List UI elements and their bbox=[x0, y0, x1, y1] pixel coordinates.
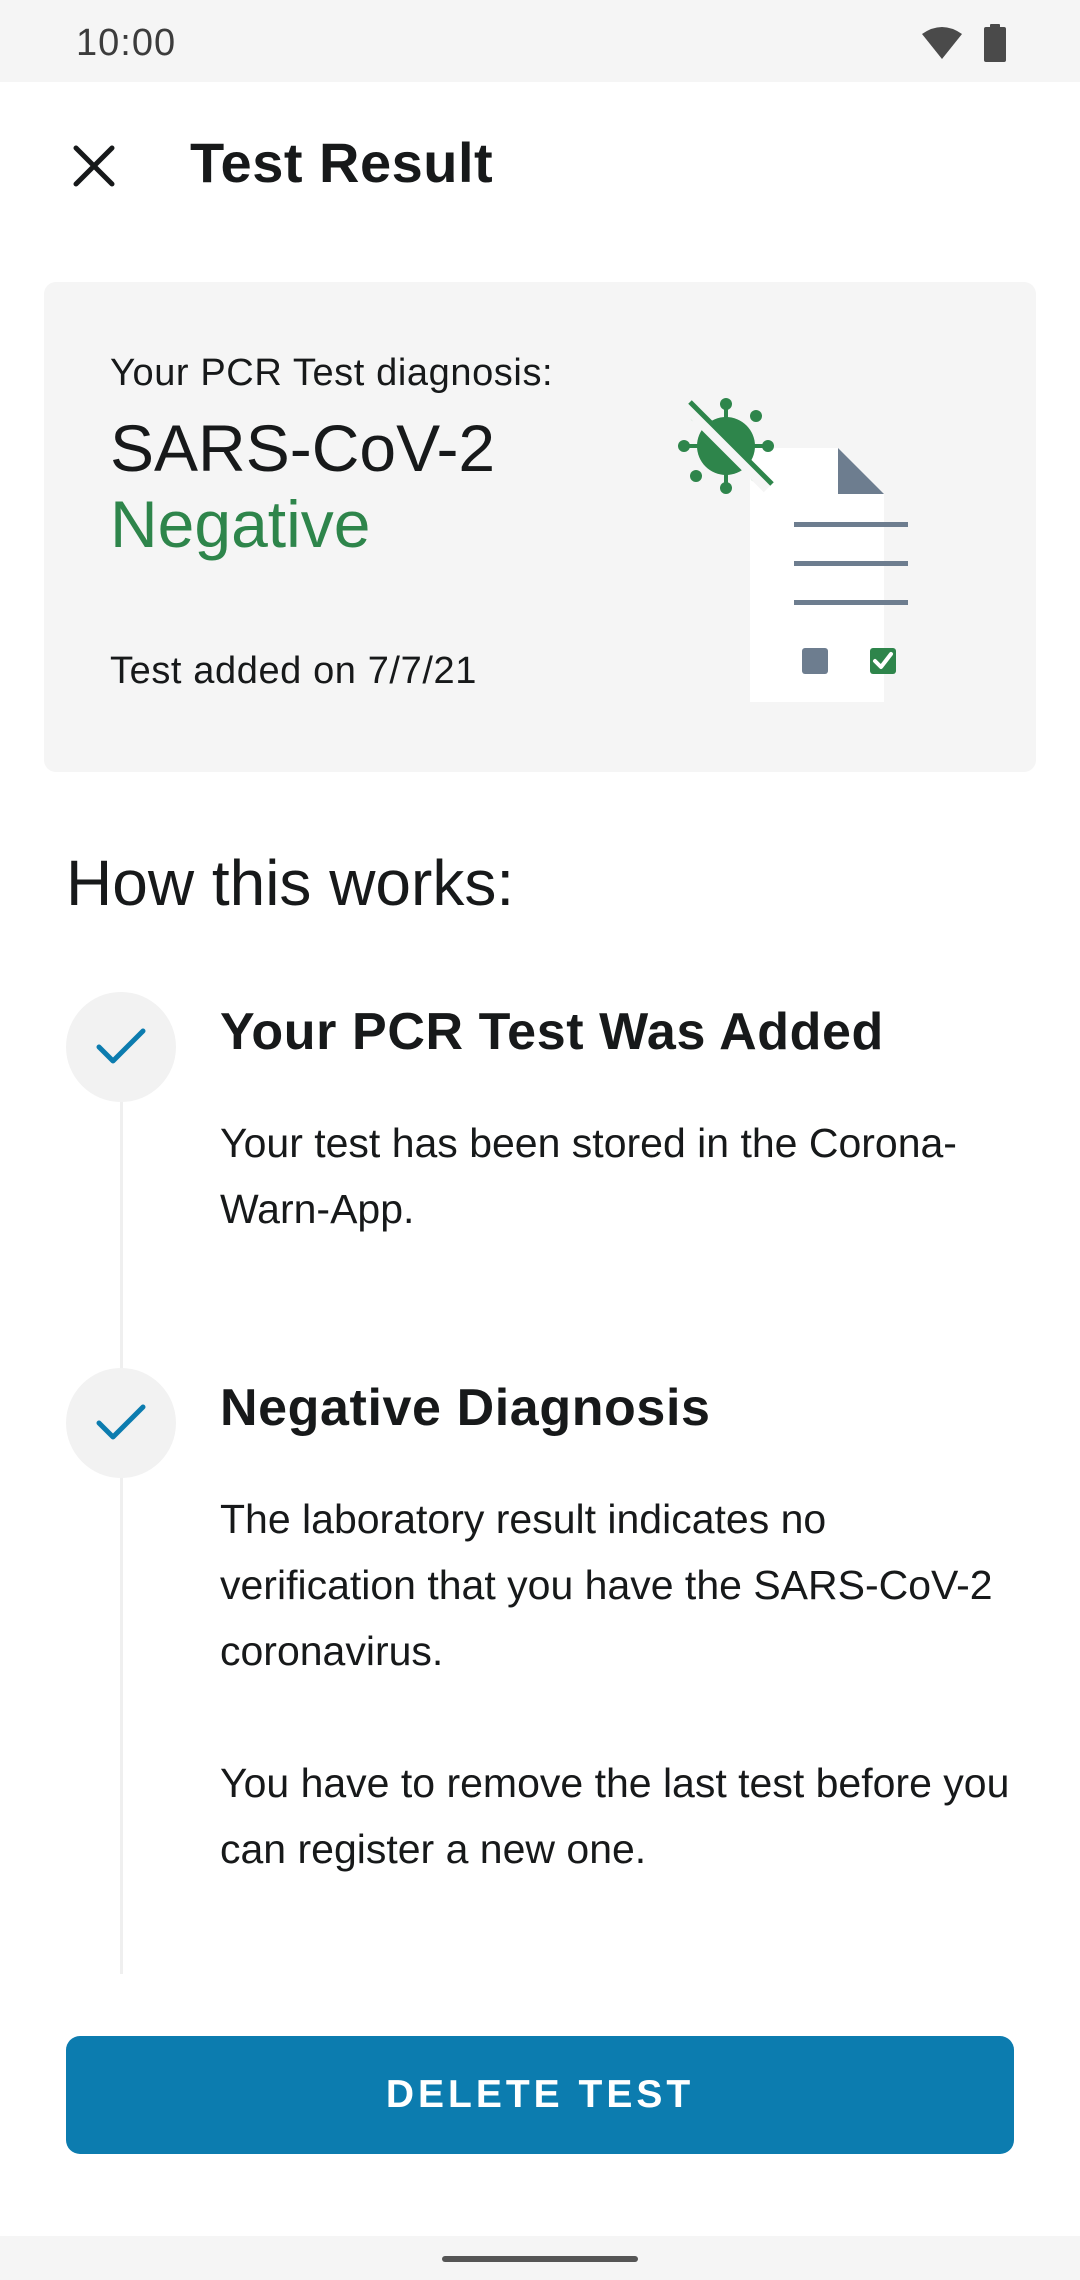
step-1-status bbox=[66, 992, 176, 1102]
diagnosis-label: Your PCR Test diagnosis: bbox=[110, 352, 554, 394]
step-1-paragraph: Your test has been stored in the Corona-… bbox=[220, 1120, 957, 1232]
timeline-line bbox=[120, 1100, 123, 1974]
battery-icon bbox=[984, 24, 1006, 62]
step-1-body: Your test has been stored in the Corona-… bbox=[220, 1110, 1020, 1242]
close-icon bbox=[73, 145, 115, 187]
delete-test-button[interactable]: DELETE TEST bbox=[66, 2036, 1014, 2154]
negative-test-document-icon bbox=[678, 398, 908, 702]
virus-name: SARS-CoV-2 bbox=[110, 411, 496, 485]
close-button[interactable] bbox=[52, 124, 136, 208]
test-added-date: Test added on 7/7/21 bbox=[110, 650, 477, 692]
status-bar: 10:00 bbox=[0, 0, 1080, 82]
test-result-value: Negative bbox=[110, 487, 371, 561]
page-title: Test Result bbox=[190, 131, 494, 194]
step-2-body: The laboratory result indicates no verif… bbox=[220, 1486, 1020, 1882]
step-2-title: Negative Diagnosis bbox=[220, 1379, 711, 1437]
top-app-bar: Test Result bbox=[0, 82, 1080, 242]
status-time: 10:00 bbox=[76, 22, 177, 64]
step-1-title: Your PCR Test Was Added bbox=[220, 1003, 884, 1061]
checkmark-icon bbox=[96, 1404, 146, 1440]
navigation-bar bbox=[0, 2236, 1080, 2280]
step-2-paragraph-1: The laboratory result indicates no verif… bbox=[220, 1496, 993, 1674]
status-icons bbox=[922, 24, 1006, 62]
test-result-card: Your PCR Test diagnosis: SARS-CoV-2 Nega… bbox=[44, 282, 1036, 772]
how-it-works-heading: How this works: bbox=[66, 847, 515, 919]
checkmark-icon bbox=[96, 1028, 146, 1064]
wifi-icon bbox=[922, 27, 962, 59]
step-2-status bbox=[66, 1368, 176, 1478]
test-result-screen: 10:00 Test Result Your PCR Test diagnosi… bbox=[0, 0, 1080, 2280]
home-gesture-handle[interactable] bbox=[442, 2256, 638, 2262]
step-2-paragraph-2: You have to remove the last test before … bbox=[220, 1760, 1010, 1872]
